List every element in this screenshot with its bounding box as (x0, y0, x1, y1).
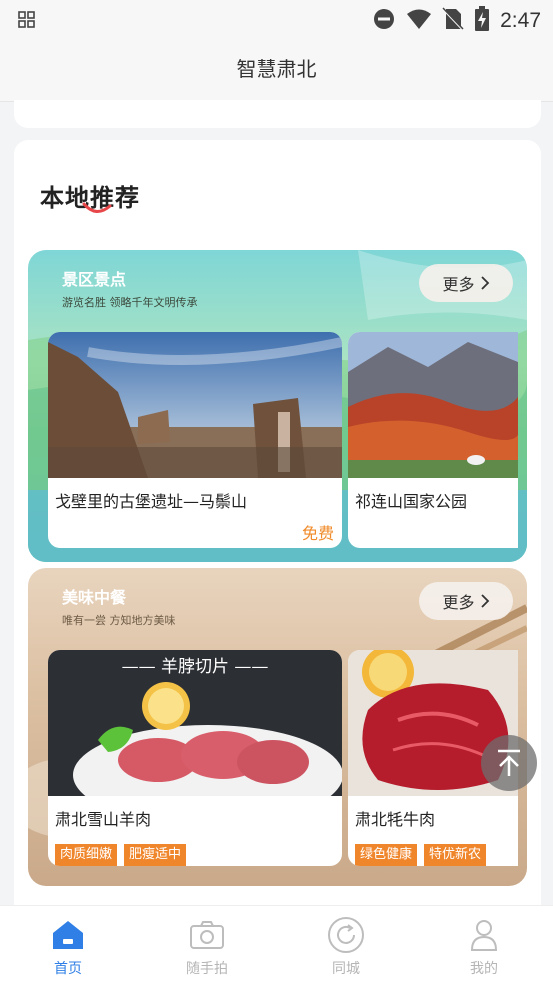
nav-label: 我的 (470, 961, 498, 977)
food-more-button[interactable]: 更多 (419, 582, 513, 620)
scenic-item-name: 祁连山国家公园 (355, 492, 468, 511)
local-recommend-card: 本地推荐 景区景点 游览名胜 领略千年文明传承 更多 戈壁里的古堡遗址—马鬃山 … (14, 140, 541, 920)
no-sim-icon (442, 7, 464, 35)
bottom-nav: 首页 随手拍 同城 我的 (0, 905, 553, 983)
user-icon (444, 916, 524, 954)
more-label: 更多 (442, 593, 475, 612)
scenic-item-price: 免费 (301, 524, 334, 543)
scenic-more-button[interactable]: 更多 (419, 264, 513, 302)
back-to-top-button[interactable] (481, 735, 537, 791)
status-bar: 2:47 (0, 0, 553, 40)
scenic-item-card[interactable]: 祁连山国家公园 (348, 332, 518, 548)
top-banner-card (14, 100, 541, 128)
scenic-spots-panel: 景区景点 游览名胜 领略千年文明传承 更多 戈壁里的古堡遗址—马鬃山 免费 祁连… (28, 250, 527, 562)
scenic-item-photo (48, 332, 342, 478)
dnd-icon (372, 7, 396, 35)
food-panel-title: 美味中餐 (62, 588, 127, 607)
food-item-name: 肃北雪山羊肉 (55, 810, 152, 829)
camera-icon (167, 916, 247, 954)
food-item-name: 肃北牦牛肉 (355, 810, 436, 829)
more-label: 更多 (442, 275, 475, 294)
nav-item-city[interactable]: 同城 (306, 916, 386, 978)
scenic-panel-subtitle: 游览名胜 领略千年文明传承 (62, 296, 198, 309)
nav-label: 随手拍 (186, 961, 228, 977)
food-item-card[interactable]: —— 羊脖切片 —— 肃北雪山羊肉 肉质细嫩 肥瘦适中 (48, 650, 342, 866)
food-tag: 特优新农 (424, 844, 487, 866)
chevron-right-icon (480, 276, 489, 290)
scenic-item-card[interactable]: 戈壁里的古堡遗址—马鬃山 免费 (48, 332, 342, 548)
grid-app-icon (18, 11, 36, 33)
nav-item-home[interactable]: 首页 (28, 916, 108, 978)
wifi-icon (406, 8, 432, 34)
food-item-tags: 绿色健康 特优新农 (355, 844, 487, 866)
food-panel-subtitle: 唯有一尝 方知地方美味 (62, 614, 176, 627)
nav-label: 首页 (54, 961, 82, 977)
food-tag: 肥瘦适中 (124, 844, 187, 866)
nav-item-profile[interactable]: 我的 (444, 916, 524, 978)
page-title: 智慧肃北 (236, 57, 317, 81)
title-underline-decoration (82, 202, 112, 213)
scenic-panel-title: 景区景点 (62, 270, 127, 289)
food-item-tags: 肉质细嫩 肥瘦适中 (55, 844, 187, 866)
home-icon (28, 916, 108, 954)
battery-charging-icon (474, 6, 490, 36)
clock-time: 2:47 (500, 9, 541, 32)
food-tag: 绿色健康 (355, 844, 418, 866)
food-tag: 肉质细嫩 (55, 844, 118, 866)
scenic-item-name: 戈壁里的古堡遗址—马鬃山 (55, 492, 248, 511)
arrow-up-to-top-icon (498, 749, 520, 776)
nav-item-camera[interactable]: 随手拍 (167, 916, 247, 978)
chinese-food-panel: 美味中餐 唯有一尝 方知地方美味 更多 —— 羊脖切片 —— 肃北雪山羊肉 肉质… (28, 568, 527, 886)
page-title-bar: 智慧肃北 (0, 40, 553, 102)
food-photo-banner: —— 羊脖切片 —— (121, 657, 269, 677)
chevron-right-icon (480, 594, 489, 608)
refresh-circle-icon (306, 916, 386, 954)
scenic-item-photo (348, 332, 518, 478)
nav-label: 同城 (332, 961, 360, 977)
